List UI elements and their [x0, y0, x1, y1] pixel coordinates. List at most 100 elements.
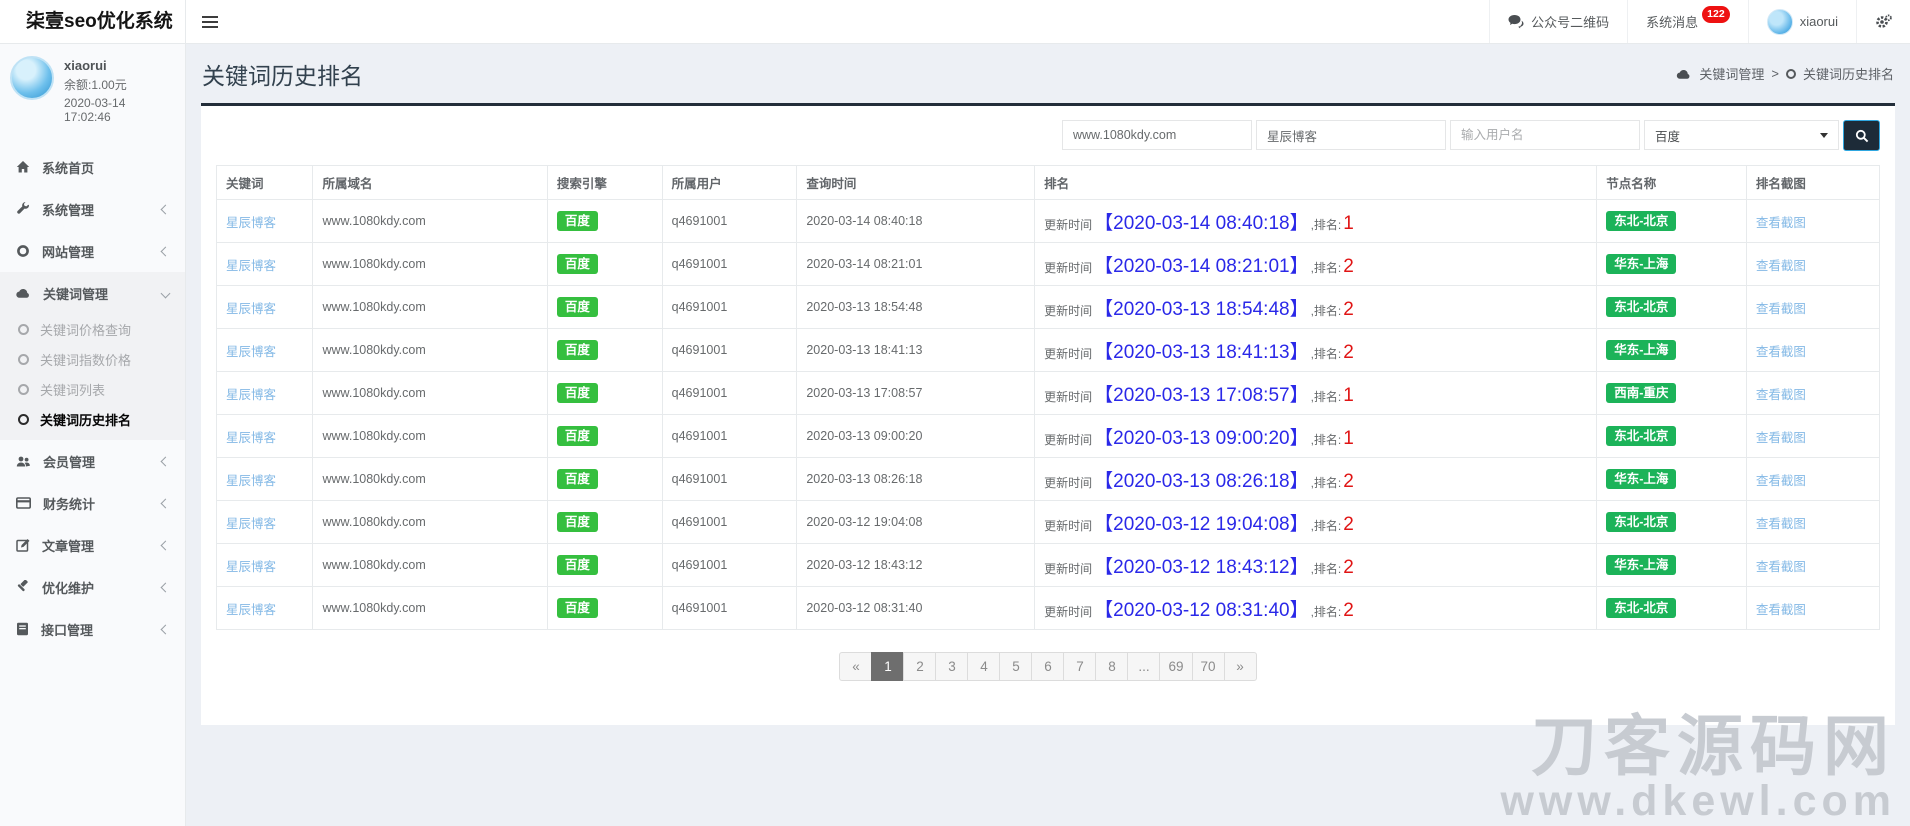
col-domain: 所属域名: [313, 166, 547, 200]
keyword-link[interactable]: 星辰博客: [226, 474, 276, 488]
system-messages-item[interactable]: 系统消息 122: [1627, 0, 1748, 43]
sidebar-item-api[interactable]: 接口管理: [0, 608, 185, 650]
sidebar-item-members[interactable]: 会员管理: [0, 440, 185, 482]
screenshot-link[interactable]: 查看截图: [1756, 345, 1806, 359]
page-button-8[interactable]: 8: [1095, 652, 1128, 681]
query-time-cell: 2020-03-13 09:00:20: [797, 415, 1035, 458]
keyword-link[interactable]: 星辰博客: [226, 517, 276, 531]
settings-menu-item[interactable]: [1856, 0, 1910, 43]
query-time-cell: 2020-03-12 19:04:08: [797, 501, 1035, 544]
subnav-label: 关键词指数价格: [40, 350, 131, 369]
node-badge: 东北-北京: [1606, 598, 1676, 619]
sidebar-item-keywords[interactable]: 关键词管理: [0, 272, 185, 314]
sidebar-toggle-button[interactable]: [186, 0, 234, 43]
sidebar-nav: 系统首页 系统管理 网站管理 关键词管理 关键词价格查询 关键词指数价: [0, 146, 185, 650]
page-prev-button[interactable]: «: [839, 652, 872, 681]
sidebar-item-keyword-history-rank[interactable]: 关键词历史排名: [0, 404, 185, 434]
engine-selected-value: 百度: [1655, 126, 1680, 145]
screenshot-link[interactable]: 查看截图: [1756, 560, 1806, 574]
user-cell: q4691001: [662, 372, 797, 415]
screenshot-link[interactable]: 查看截图: [1756, 388, 1806, 402]
sidebar-item-keyword-list[interactable]: 关键词列表: [0, 374, 185, 404]
main-content: 关键词历史排名 关键词管理 > 关键词历史排名 百度: [186, 44, 1910, 826]
domain-cell: www.1080kdy.com: [313, 587, 547, 630]
sidebar-item-label: 系统管理: [42, 200, 94, 219]
credit-card-icon: [16, 497, 31, 509]
edit-icon: [16, 538, 30, 552]
col-query-time: 查询时间: [797, 166, 1035, 200]
sidebar-item-articles[interactable]: 文章管理: [0, 524, 185, 566]
rank-cell: 更新时间【2020-03-13 18:54:48】,排名:2: [1035, 286, 1597, 329]
col-screenshot: 排名截图: [1746, 166, 1879, 200]
page-button-69[interactable]: 69: [1159, 652, 1192, 681]
sidebar-item-optimization[interactable]: 优化维护: [0, 566, 185, 608]
node-badge: 华东-上海: [1606, 340, 1676, 361]
messages-label: 系统消息: [1646, 12, 1698, 31]
sidebar-item-finance[interactable]: 财务统计: [0, 482, 185, 524]
keyword-link[interactable]: 星辰博客: [226, 216, 276, 230]
engine-badge: 百度: [557, 340, 598, 361]
engine-badge: 百度: [557, 512, 598, 533]
page-heading: 关键词历史排名 关键词管理 > 关键词历史排名: [186, 44, 1910, 103]
page-button-6[interactable]: 6: [1031, 652, 1064, 681]
rank-cell: 更新时间【2020-03-12 08:31:40】,排名:2: [1035, 587, 1597, 630]
keyword-input[interactable]: [1256, 120, 1446, 150]
sidebar-item-website[interactable]: 网站管理: [0, 230, 185, 272]
page-button-2[interactable]: 2: [903, 652, 936, 681]
sidebar-item-home[interactable]: 系统首页: [0, 146, 185, 188]
rank-cell: 更新时间【2020-03-13 09:00:20】,排名:1: [1035, 415, 1597, 458]
qrcode-label: 公众号二维码: [1531, 12, 1609, 31]
screenshot-link[interactable]: 查看截图: [1756, 216, 1806, 230]
domain-cell: www.1080kdy.com: [313, 286, 547, 329]
user-balance: 余额:1.00元: [64, 76, 175, 93]
rank-cell: 更新时间【2020-03-14 08:40:18】,排名:1: [1035, 200, 1597, 243]
wrench-icon: [16, 202, 30, 216]
page-button-1[interactable]: 1: [871, 652, 904, 681]
keyword-link[interactable]: 星辰博客: [226, 259, 276, 273]
page-button-4[interactable]: 4: [967, 652, 1000, 681]
engine-badge: 百度: [557, 297, 598, 318]
domain-cell: www.1080kdy.com: [313, 501, 547, 544]
rank-cell: 更新时间【2020-03-14 08:21:01】,排名:2: [1035, 243, 1597, 286]
screenshot-link[interactable]: 查看截图: [1756, 302, 1806, 316]
breadcrumb-parent[interactable]: 关键词管理: [1699, 64, 1764, 83]
chevron-left-icon: [161, 624, 171, 634]
domain-cell: www.1080kdy.com: [313, 329, 547, 372]
keyword-link[interactable]: 星辰博客: [226, 388, 276, 402]
screenshot-link[interactable]: 查看截图: [1756, 259, 1806, 273]
page-button-7[interactable]: 7: [1063, 652, 1096, 681]
screenshot-link[interactable]: 查看截图: [1756, 431, 1806, 445]
page-button-5[interactable]: 5: [999, 652, 1032, 681]
node-badge: 华东-上海: [1606, 254, 1676, 275]
screenshot-link[interactable]: 查看截图: [1756, 603, 1806, 617]
ranking-table: 关键词 所属域名 搜索引擎 所属用户 查询时间 排名 节点名称 排名截图 星辰博…: [216, 165, 1880, 630]
circle-o-icon: [18, 324, 29, 335]
screenshot-link[interactable]: 查看截图: [1756, 474, 1806, 488]
username-input[interactable]: [1450, 120, 1640, 150]
page-button-3[interactable]: 3: [935, 652, 968, 681]
keyword-link[interactable]: 星辰博客: [226, 345, 276, 359]
page-next-button[interactable]: »: [1224, 652, 1257, 681]
avatar[interactable]: [10, 56, 54, 100]
rank-cell: 更新时间【2020-03-13 18:41:13】,排名:2: [1035, 329, 1597, 372]
sidebar-item-keyword-price-query[interactable]: 关键词价格查询: [0, 314, 185, 344]
keyword-link[interactable]: 星辰博客: [226, 431, 276, 445]
domain-input[interactable]: [1062, 120, 1252, 150]
keyword-link[interactable]: 星辰博客: [226, 560, 276, 574]
table-row: 星辰博客 www.1080kdy.com 百度 q4691001 2020-03…: [217, 415, 1880, 458]
user-cell: q4691001: [662, 415, 797, 458]
keyword-link[interactable]: 星辰博客: [226, 302, 276, 316]
search-button[interactable]: [1843, 120, 1880, 151]
rank-cell: 更新时间【2020-03-13 08:26:18】,排名:2: [1035, 458, 1597, 501]
screenshot-link[interactable]: 查看截图: [1756, 517, 1806, 531]
sidebar-item-keyword-index-price[interactable]: 关键词指数价格: [0, 344, 185, 374]
sidebar-item-system[interactable]: 系统管理: [0, 188, 185, 230]
page-button-70[interactable]: 70: [1192, 652, 1225, 681]
qrcode-menu-item[interactable]: 公众号二维码: [1489, 0, 1627, 43]
engine-select[interactable]: 百度: [1644, 120, 1839, 150]
table-row: 星辰博客 www.1080kdy.com 百度 q4691001 2020-03…: [217, 501, 1880, 544]
keyword-link[interactable]: 星辰博客: [226, 603, 276, 617]
app-logo: 柒壹seo优化系统: [0, 0, 186, 43]
user-menu-item[interactable]: xiaorui: [1748, 0, 1856, 43]
page-ellipsis: ...: [1127, 652, 1160, 681]
